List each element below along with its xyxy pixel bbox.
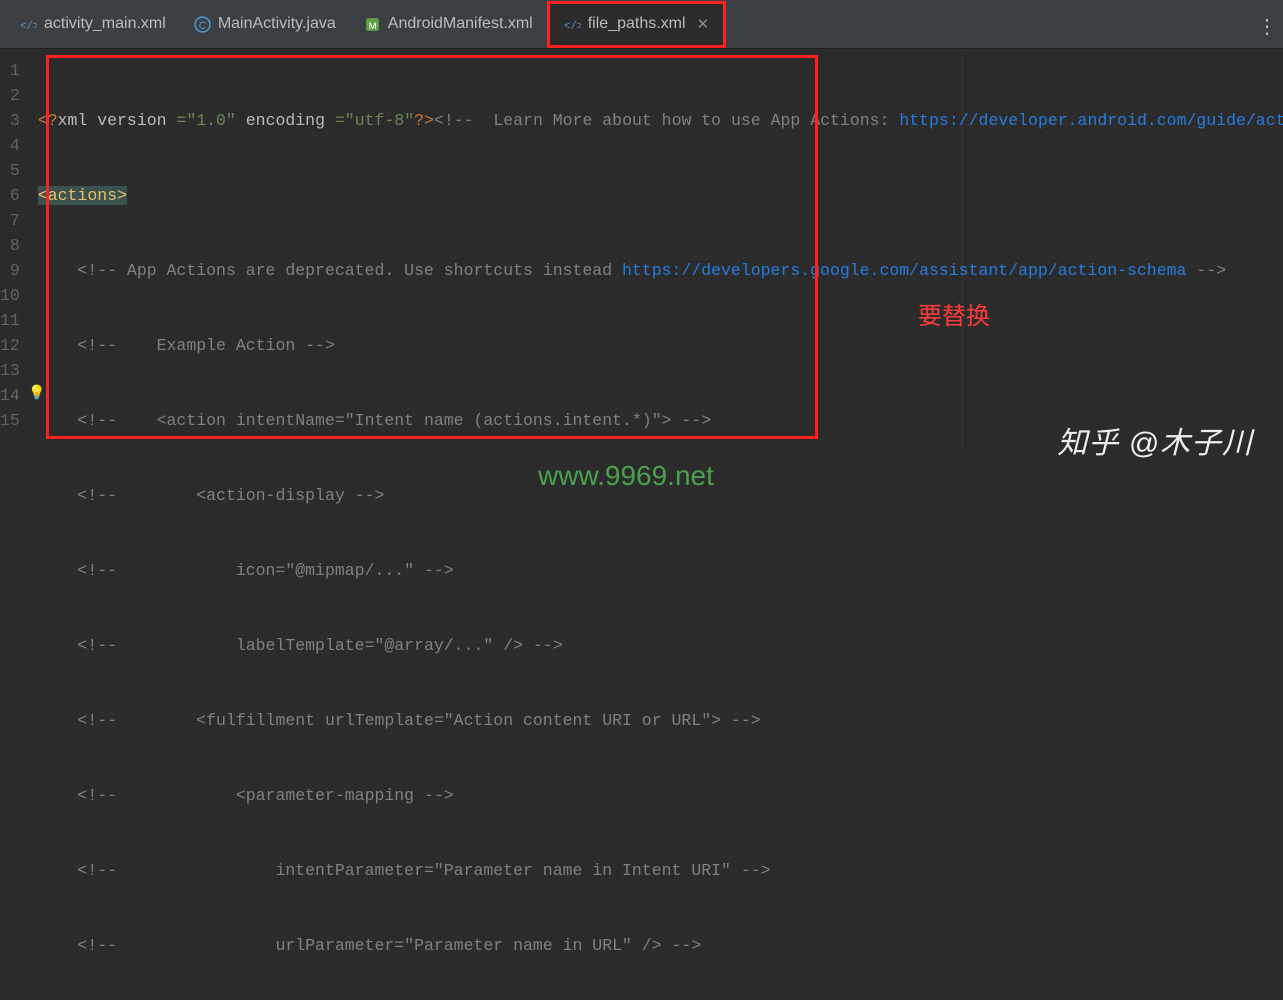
tab-android-manifest[interactable]: M AndroidManifest.xml [350, 1, 547, 48]
xml-icon: </> [564, 16, 581, 33]
line-number: 3 [0, 108, 20, 133]
line-number: 13 [0, 358, 20, 383]
svg-text:</>: </> [20, 20, 37, 32]
java-class-icon: C [194, 16, 211, 33]
line-number: 12 [0, 333, 20, 358]
line-number: 2 [0, 83, 20, 108]
code-area[interactable]: <?xml version ="1.0" encoding ="utf-8"?>… [30, 49, 1283, 1000]
tab-label: activity_main.xml [44, 15, 166, 33]
soft-wrap-margin [962, 54, 963, 450]
line-number: 4 [0, 133, 20, 158]
line-number: 8 [0, 233, 20, 258]
watermark-url: www.9969.net [538, 460, 714, 492]
line-number: 5 [0, 158, 20, 183]
tab-main-activity[interactable]: C MainActivity.java [180, 1, 350, 48]
tab-label: file_paths.xml [588, 15, 686, 33]
manifest-icon: M [364, 16, 381, 33]
svg-text:</>: </> [564, 20, 581, 32]
line-number: 7 [0, 208, 20, 233]
tab-bar: </> activity_main.xml C MainActivity.jav… [0, 0, 1283, 49]
xml-icon: </> [20, 16, 37, 33]
tab-overflow-menu-icon[interactable]: ⋮ [1257, 14, 1277, 39]
line-number: 9 [0, 258, 20, 283]
svg-text:C: C [199, 19, 207, 31]
code-editor[interactable]: 1 2 3 4 5 6 7 8 9 10 11 12 13 14 15 💡 <?… [0, 49, 1283, 1000]
line-gutter: 1 2 3 4 5 6 7 8 9 10 11 12 13 14 15 💡 [0, 49, 30, 1000]
tab-activity-main[interactable]: </> activity_main.xml [6, 1, 180, 48]
line-number: 15 [0, 408, 20, 433]
line-number: 10 [0, 283, 20, 308]
line-number: 6 [0, 183, 20, 208]
tab-label: AndroidManifest.xml [388, 15, 533, 33]
watermark-author: 知乎 @木子川 [1057, 418, 1253, 462]
line-number: 14 [0, 383, 20, 408]
svg-text:M: M [369, 20, 377, 31]
close-icon[interactable]: ✕ [697, 17, 710, 32]
tab-file-paths[interactable]: </> file_paths.xml ✕ [547, 1, 726, 48]
line-number: 11 [0, 308, 20, 333]
annotation-text: 要替换 [918, 296, 990, 331]
line-number: 1 [0, 58, 20, 83]
tab-label: MainActivity.java [218, 15, 336, 33]
